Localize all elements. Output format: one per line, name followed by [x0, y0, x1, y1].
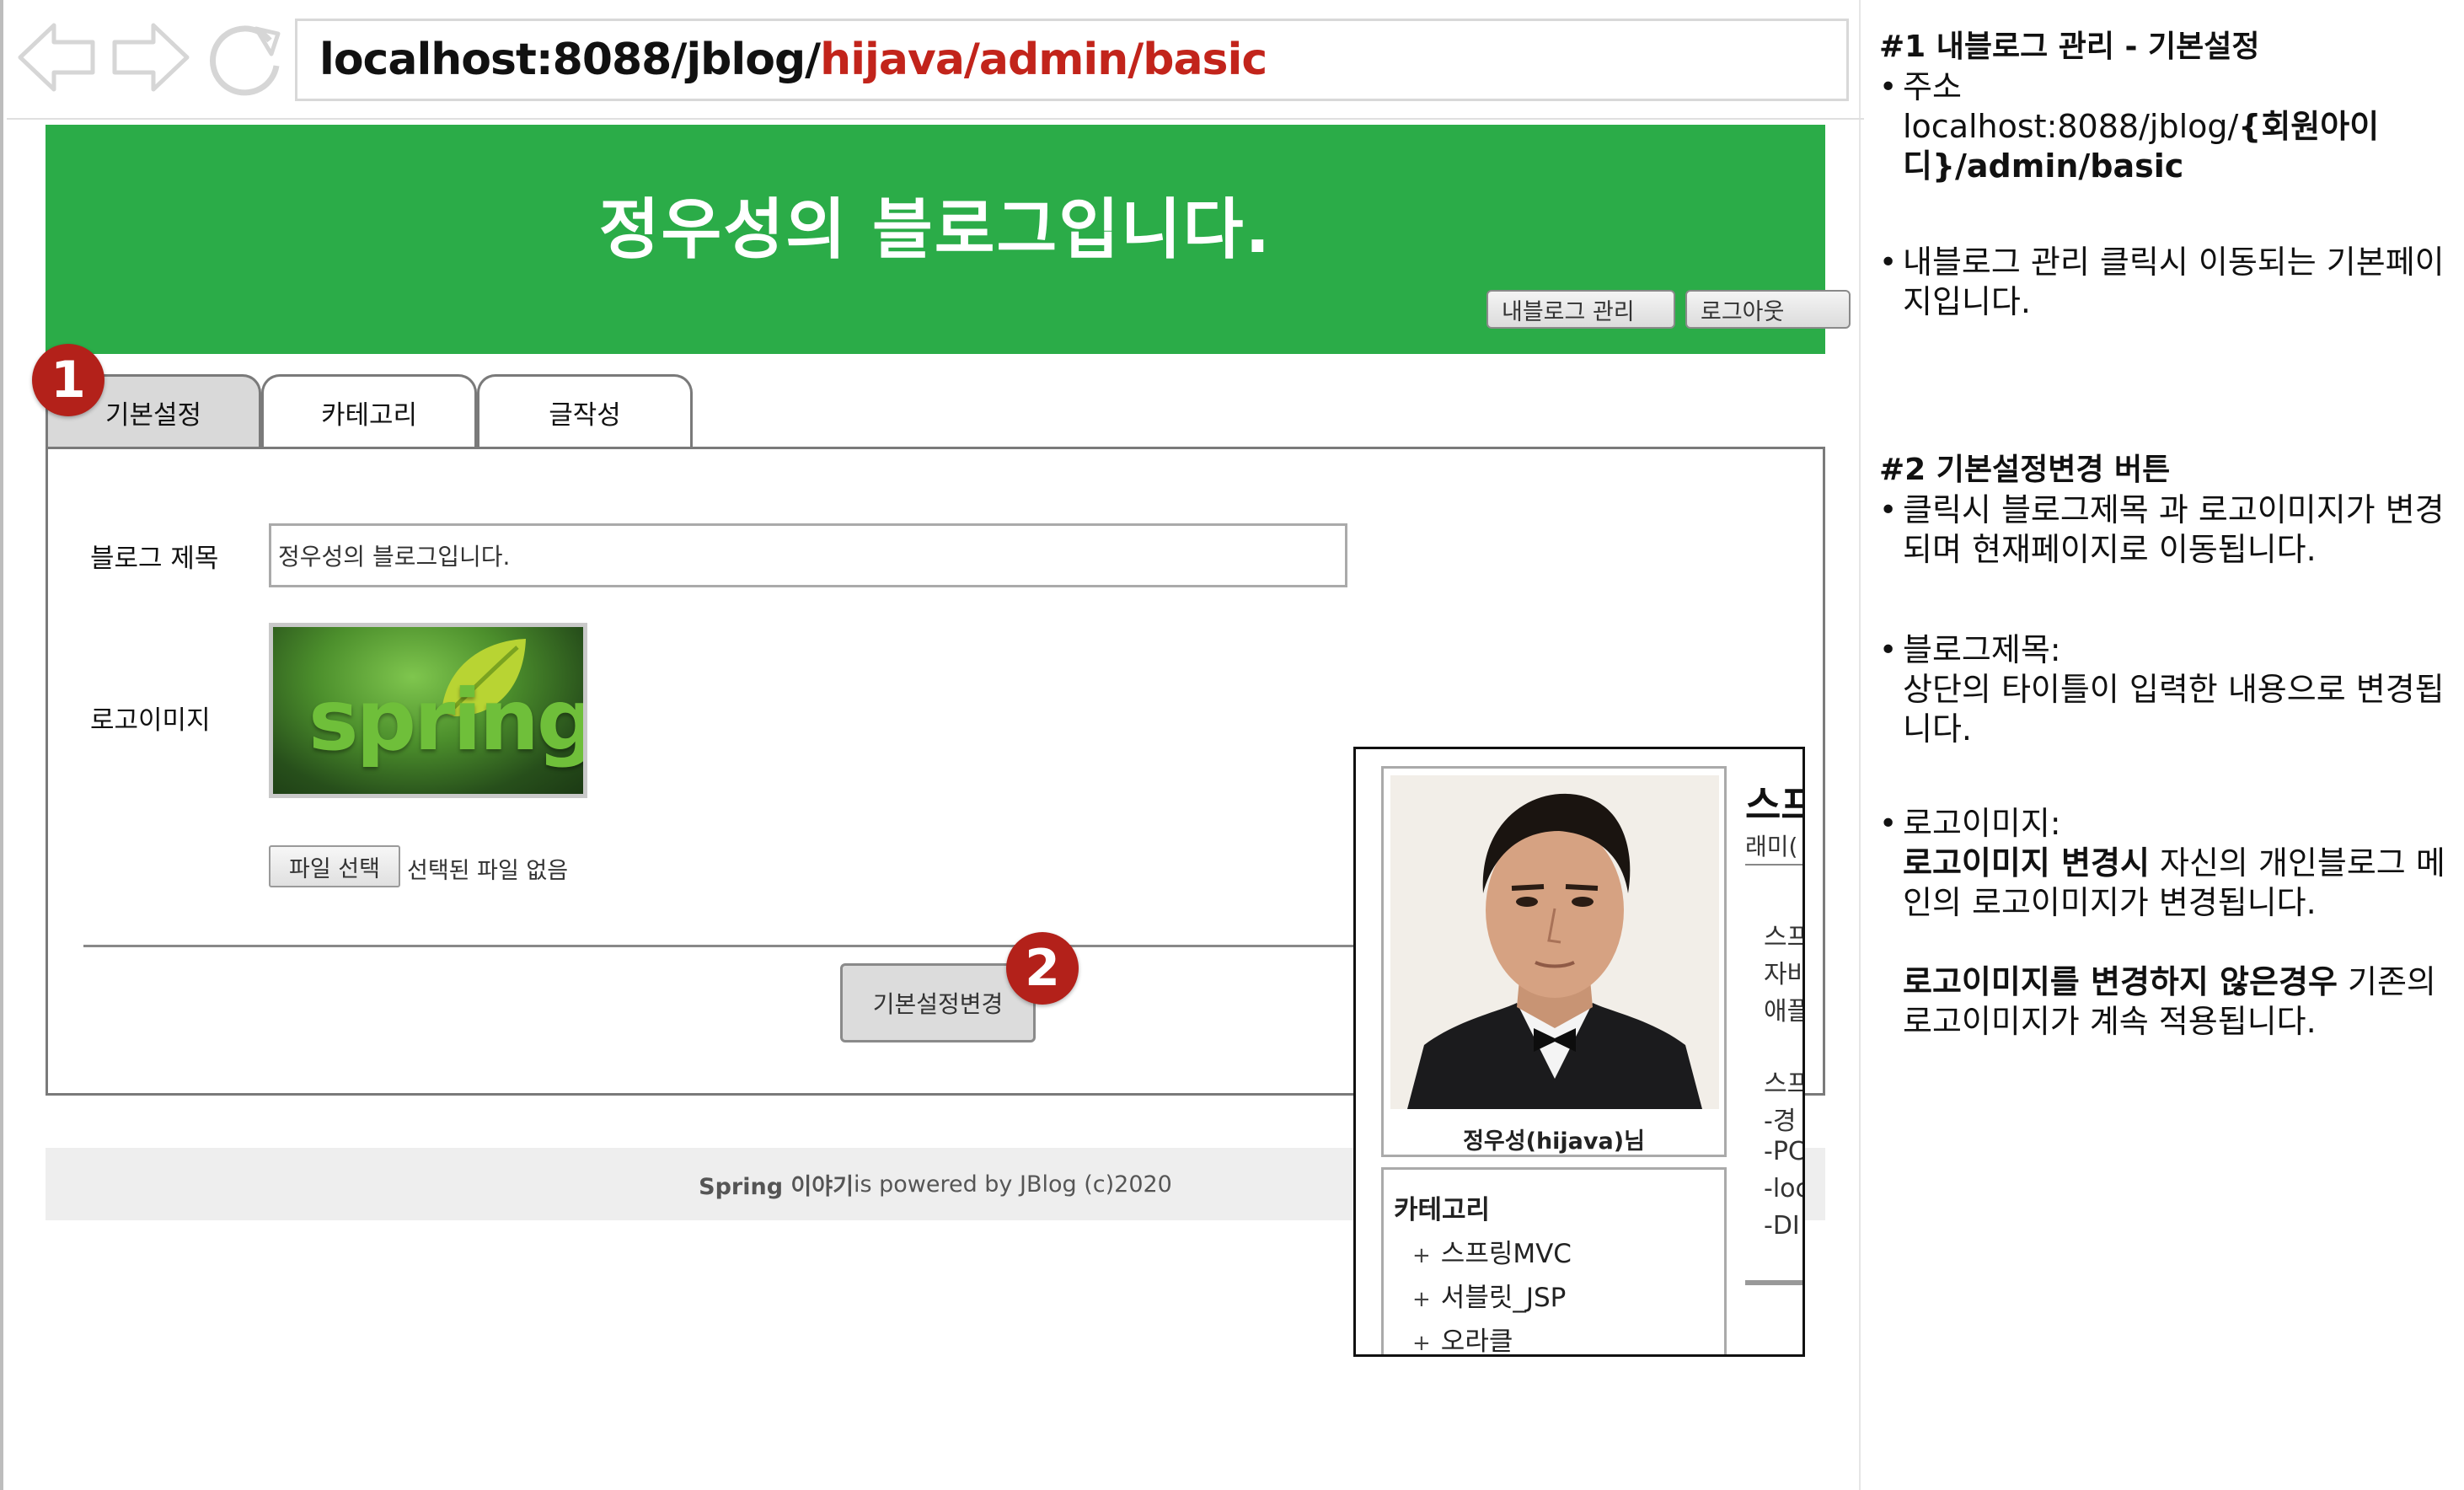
blog-title: 정우성의 블로그입니다. [598, 192, 1272, 268]
category-item[interactable]: + 오라클 [1412, 1320, 1513, 1356]
post-subtitle: 래미( [1745, 833, 1798, 860]
blog-title-label: 블로그 제목 [90, 544, 219, 574]
footer-text: is powered by JBlog (c)2020 [853, 1171, 1172, 1198]
address-bar[interactable]: localhost:8088/jblog/hijava/admin/basic [295, 19, 1849, 101]
logo-text: spring [308, 671, 587, 769]
logo-image-label: 로고이미지 [90, 705, 211, 736]
annotation-description-4: • 로고이미지: 로고이미지 변경시 자신의 개인블로그 메인의 로고이미지가 … [1879, 805, 2445, 1040]
file-status-text: 선택된 파일 없음 [407, 858, 569, 884]
plus-icon: + [1412, 1331, 1431, 1356]
logout-button[interactable]: 로그아웃 [1685, 290, 1851, 329]
blog-header: 정우성의 블로그입니다. 내블로그 관리 로그아웃 [46, 125, 1851, 354]
navigation-controls [15, 15, 293, 108]
post-line: 애플 [1764, 997, 1802, 1026]
annotation-address: • 주소 localhost:8088/jblog/{회원아이디}/admin/… [1879, 67, 2462, 186]
post-line: 스프 [1764, 923, 1802, 952]
toolbar-divider [7, 118, 1864, 120]
post-line: 스프 [1764, 1069, 1802, 1099]
bullet-icon: • [1879, 245, 1898, 280]
refresh-icon[interactable] [201, 15, 288, 103]
annotation-heading-1: #1 내블로그 관리 - 기본설정 [1879, 29, 2260, 64]
bullet-icon: • [1879, 493, 1898, 528]
post-line: -DI [1764, 1211, 1800, 1241]
callout-marker-2: 2 [1006, 932, 1079, 1005]
post-title: 스프 [1745, 782, 1802, 828]
profile-photo [1390, 775, 1719, 1109]
tab-category[interactable]: 카테고리 [261, 374, 477, 448]
post-line: -loc [1764, 1174, 1805, 1203]
tab-write[interactable]: 글작성 [477, 374, 693, 448]
annotation-description-3: • 블로그제목: 상단의 타이틀이 입력한 내용으로 변경됩니다. [1879, 631, 2445, 748]
post-line: -경 [1764, 1107, 1797, 1136]
profile-name: 정우성(hijava)님 [1463, 1128, 1645, 1155]
post-divider [1745, 1280, 1802, 1285]
annotation-description-1: • 내블로그 관리 클릭시 이동되는 기본페이지입니다. [1879, 244, 2445, 320]
plus-icon: + [1412, 1287, 1431, 1312]
logo-image: spring [269, 623, 587, 798]
back-icon[interactable] [15, 15, 99, 99]
address-value: localhost:8088/jblog/{회원아이디}/admin/basic [1903, 108, 2380, 185]
url-host: localhost:8088/jblog/ [319, 35, 821, 85]
url-path: hijava/admin/basic [820, 35, 1267, 85]
category-title: 카테고리 [1394, 1195, 1491, 1225]
my-blog-admin-button[interactable]: 내블로그 관리 [1486, 290, 1675, 329]
browser-window: localhost:8088/jblog/hijava/admin/basic … [0, 0, 1864, 1490]
post-line: -PC [1764, 1137, 1805, 1166]
callout-marker-1: 1 [32, 344, 104, 416]
post-title-underline [1745, 864, 1802, 866]
plus-icon: + [1412, 1243, 1431, 1268]
profile-card: 정우성(hijava)님 [1381, 766, 1727, 1157]
annotation-heading-2: #2 기본설정변경 버튼 [1879, 453, 2171, 487]
blog-title-input[interactable] [269, 523, 1347, 587]
footer-brand: Spring 이야기 [699, 1173, 854, 1200]
blog-main-preview: 정우성(hijava)님 카테고리 + 스프링MVC + 서블릿_JSP + 오라클 … [1353, 747, 1805, 1357]
profile-portrait [1390, 775, 1719, 1109]
bullet-icon: • [1879, 807, 1898, 841]
forward-icon[interactable] [108, 15, 192, 99]
address-label: 주소 [1903, 68, 1962, 105]
bullet-icon: • [1879, 70, 1898, 105]
category-item[interactable]: + 서블릿_JSP [1412, 1276, 1566, 1314]
bullet-icon: • [1879, 633, 1898, 667]
post-line: 자바 [1764, 960, 1802, 989]
category-item[interactable]: + 스프링MVC [1412, 1232, 1572, 1270]
category-box: 카테고리 + 스프링MVC + 서블릿_JSP + 오라클 [1381, 1167, 1727, 1356]
annotation-description-2: • 클릭시 블로그제목 과 로고이미지가 변경되며 현재페이지로 이동됩니다. [1879, 491, 2445, 568]
annotation-panel: #1 내블로그 관리 - 기본설정 • 주소 localhost:8088/jb… [1874, 0, 2464, 1490]
file-select-button[interactable]: 파일 선택 [269, 845, 400, 887]
